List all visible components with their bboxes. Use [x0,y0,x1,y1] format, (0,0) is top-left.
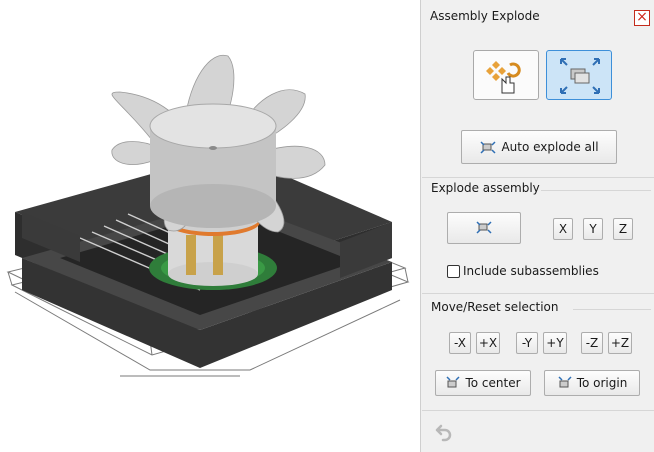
explode-small-icon [475,219,493,238]
undo-icon [435,424,452,442]
to-center-label: To center [465,376,521,390]
include-subassemblies-label: Include subassemblies [463,264,599,278]
select-mode-button[interactable] [473,50,539,100]
auto-explode-all-label: Auto explode all [501,140,599,154]
to-origin-button[interactable]: To origin [544,370,640,396]
explode-z-button[interactable]: Z [613,218,633,240]
panel-title: Assembly Explode [430,9,540,23]
divider [422,177,654,178]
undo-button[interactable] [431,422,455,444]
explode-small-icon [479,139,497,155]
move-minus-x-button[interactable]: -X [449,332,471,354]
explode-arrows-icon [560,58,600,94]
move-plus-z-button[interactable]: +Z [608,332,632,354]
divider [422,410,654,411]
move-minus-z-button[interactable]: -Z [581,332,603,354]
move-plus-x-button[interactable]: +X [476,332,500,354]
assembly-explode-panel: Assembly Explode × Auto explode all Expl… [420,0,654,452]
include-subassemblies-checkbox[interactable] [447,265,460,278]
close-icon[interactable]: × [634,10,650,26]
to-origin-label: To origin [576,376,628,390]
origin-icon [557,375,573,391]
explode-x-button[interactable]: X [553,218,573,240]
explode-y-button[interactable]: Y [583,218,603,240]
fan-assembly-model[interactable] [0,0,418,452]
move-reset-group-label: Move/Reset selection [431,300,559,314]
explode-assembly-group-label: Explode assembly [431,181,540,195]
center-icon [445,375,461,391]
to-center-button[interactable]: To center [435,370,531,396]
explode-assembly-button[interactable] [447,212,521,244]
panel-titlebar: Assembly Explode × [421,4,654,28]
divider [422,293,654,294]
group-line [573,309,651,310]
select-pointer-icon [486,61,521,94]
explode-mode-button[interactable] [546,50,612,100]
move-plus-y-button[interactable]: +Y [543,332,567,354]
group-line [541,190,651,191]
3d-viewport[interactable] [0,0,418,452]
move-minus-y-button[interactable]: -Y [516,332,538,354]
auto-explode-all-button[interactable]: Auto explode all [461,130,617,164]
